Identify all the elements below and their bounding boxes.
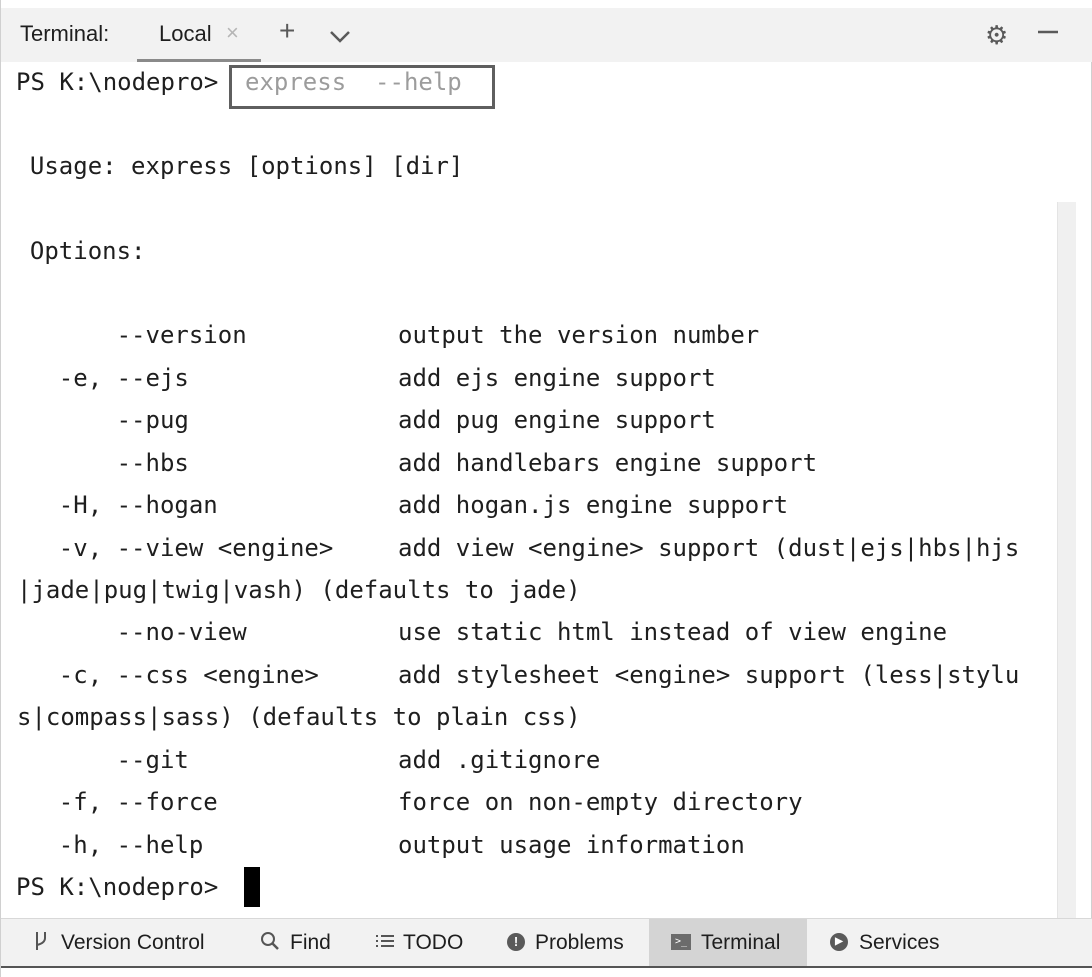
problems-label: Problems — [535, 931, 624, 954]
terminal-output[interactable]: PS K:\nodepro> express --help Usage: exp… — [1, 62, 1057, 918]
services-label: Services — [859, 931, 940, 954]
terminal-icon: >_ — [671, 934, 691, 950]
option-desc: add .gitignore — [398, 746, 601, 774]
find-label: Find — [290, 931, 331, 954]
text-cursor — [244, 867, 260, 907]
list-icon — [374, 929, 396, 959]
option-desc: add ejs engine support — [398, 364, 716, 392]
option-flag: --hbs — [1, 449, 189, 477]
problems-icon: ! — [507, 933, 525, 951]
option-continuation: |jade|pug|twig|vash) (defaults to jade) — [17, 576, 581, 604]
option-desc: output usage information — [398, 831, 745, 859]
option-flag: -c, --css <engine> — [1, 661, 319, 689]
add-tab-icon[interactable]: + — [279, 16, 295, 46]
services-icon: ▶ — [830, 933, 848, 951]
prompt: PS K:\nodepro> — [16, 68, 219, 96]
version-control-label: Version Control — [61, 931, 205, 954]
option-desc: add handlebars engine support — [398, 449, 818, 477]
option-desc: add stylesheet <engine> support (less|st… — [398, 661, 1020, 689]
tab-local[interactable]: Local × — [137, 8, 261, 62]
find-button[interactable]: Find — [251, 919, 351, 966]
command-text: express --help — [245, 68, 462, 96]
chevron-down-icon[interactable] — [329, 20, 351, 50]
usage-line: Usage: express [options] [dir] — [1, 152, 464, 180]
options-heading: Options: — [1, 237, 146, 265]
gear-icon[interactable]: ⚙ — [985, 20, 1008, 50]
option-flag: -v, --view <engine> — [1, 534, 334, 562]
terminal-header: Terminal: Local × + ⚙ — [1, 0, 1092, 62]
option-desc: add hogan.js engine support — [398, 491, 789, 519]
option-flag: -e, --ejs — [1, 364, 189, 392]
bottom-divider — [1, 966, 1092, 977]
option-flag: -f, --force — [1, 788, 218, 816]
search-icon — [259, 929, 281, 959]
close-tab-icon[interactable]: × — [226, 20, 239, 46]
final-prompt: PS K:\nodepro> — [16, 873, 219, 901]
tab-local-label: Local — [159, 21, 212, 46]
terminal-button[interactable]: >_ Terminal — [649, 919, 807, 966]
option-flag: -h, --help — [1, 831, 204, 859]
option-desc: force on non-empty directory — [398, 788, 803, 816]
version-control-button[interactable]: Version Control — [21, 919, 231, 966]
minimize-icon[interactable] — [1037, 16, 1059, 52]
option-continuation: s|compass|sass) (defaults to plain css) — [17, 703, 581, 731]
option-flag: --version — [1, 321, 247, 349]
option-flag: --git — [1, 746, 189, 774]
services-button[interactable]: ▶ Services — [819, 919, 959, 966]
tool-window-title: Terminal: — [20, 21, 110, 46]
option-flag: -H, --hogan — [1, 491, 218, 519]
option-desc: output the version number — [398, 321, 760, 349]
tool-window-bar: Version Control Find TODO ! Problems >_ … — [1, 918, 1092, 966]
todo-button[interactable]: TODO — [365, 919, 481, 966]
option-desc: add view <engine> support (dust|ejs|hbs|… — [398, 534, 1020, 562]
branch-icon — [33, 929, 49, 959]
problems-button[interactable]: ! Problems — [495, 919, 643, 966]
option-flag: --no-view — [1, 618, 247, 646]
option-flag: --pug — [1, 406, 189, 434]
option-desc: add pug engine support — [398, 406, 716, 434]
option-desc: use static html instead of view engine — [398, 618, 948, 646]
terminal-label: Terminal — [701, 931, 781, 954]
todo-label: TODO — [403, 931, 464, 954]
vertical-scrollbar[interactable] — [1057, 202, 1076, 918]
terminal-window: Terminal: Local × + ⚙ PS K:\nodepro> exp… — [0, 0, 1092, 977]
